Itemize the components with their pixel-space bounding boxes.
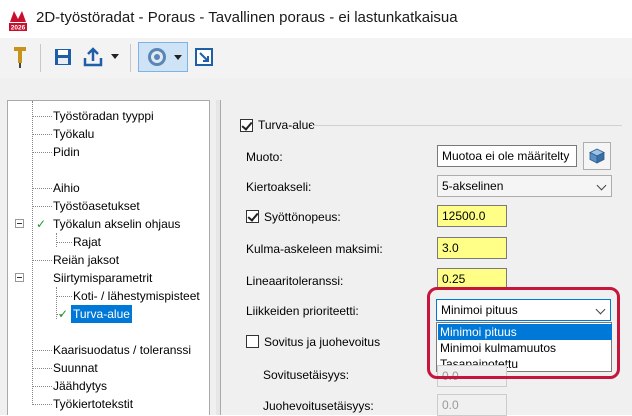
tree-item-label: Työkiertotekstit — [53, 397, 134, 411]
tree-item-hole-cycles[interactable]: Reiän jaksot — [8, 251, 208, 269]
fit-distance-label: Sovitusetäisyys: — [263, 368, 350, 382]
export-icon — [83, 47, 103, 67]
cube-icon — [589, 148, 605, 164]
tree-item-label: Rajat — [73, 235, 102, 249]
tree-item-label: Aihio — [53, 181, 80, 195]
tree-item-label: Kaarisuodatus / toleranssi — [53, 343, 192, 357]
pick-button[interactable] — [192, 42, 216, 72]
tree-item-coolant[interactable]: Jäähdytys — [8, 377, 208, 395]
window-title: 2D-työstöradat - Poraus - Tavallinen por… — [36, 9, 458, 26]
export-dropdown[interactable] — [108, 42, 122, 72]
tree-item-label: Reiän jaksot — [53, 253, 120, 267]
linear-tolerance-label: Lineaaritoleranssi: — [246, 274, 344, 288]
tree-item-cycle-texts[interactable]: Työkiertotekstit — [8, 395, 208, 413]
tree-item-limits[interactable]: Rajat — [8, 233, 208, 251]
smoothing-checkbox[interactable] — [246, 335, 259, 348]
pick-icon — [195, 48, 213, 66]
save-icon — [55, 49, 71, 65]
logo-year: 2026 — [11, 25, 26, 32]
rotation-axis-select[interactable]: 5-akselinen — [437, 175, 612, 197]
rotation-axis-value: 5-akselinen — [442, 179, 504, 193]
smooth-distance-input[interactable]: 0.0 — [437, 394, 507, 416]
tree-item-label: Jäähdytys — [53, 379, 108, 393]
angle-step-label: Kulma-askeleen maksimi: — [246, 242, 383, 256]
tree-item-stock[interactable]: Aihio — [8, 179, 208, 197]
section-title: Turva-alue — [258, 118, 315, 132]
smooth-distance-label: Juohevoitusetäisyys: — [263, 399, 374, 413]
tree-item-label: Koti- / lähestymispisteet — [73, 289, 200, 303]
safe-zone-checkbox[interactable] — [240, 119, 253, 132]
chevron-down-icon — [174, 55, 182, 60]
tree-item-label: Työstöasetukset — [53, 199, 140, 213]
tree-item-tool-path-type[interactable]: Työstöradan tyyppi — [8, 107, 208, 125]
export-button[interactable] — [80, 42, 106, 72]
tree-item-label: Työstöradan tyyppi — [53, 109, 154, 123]
tree-item-tool[interactable]: Työkalu — [8, 125, 208, 143]
pin-button[interactable] — [8, 42, 32, 72]
tree-item-label: Turva-alue — [71, 305, 132, 323]
tree-item-label: Työkalun akselin ohjaus — [53, 217, 181, 231]
checkmark-icon: ✓ — [36, 217, 47, 231]
save-button[interactable] — [50, 42, 76, 72]
shape-label: Muoto: — [246, 150, 283, 164]
rotation-axis-label: Kiertoakseli: — [246, 180, 312, 194]
angle-step-input[interactable]: 3.0 — [437, 237, 507, 259]
app-logo: 2026 — [8, 8, 28, 32]
tree-item-planes[interactable]: Suunnat — [8, 359, 208, 377]
collapse-icon[interactable] — [15, 273, 24, 282]
smoothing-label: Sovitus ja juohevoitus — [264, 335, 381, 349]
title-bar: 2026 2D-työstöradat - Poraus - Tavalline… — [0, 0, 632, 38]
tree-item-arc-filter[interactable]: Kaarisuodatus / toleranssi — [8, 341, 208, 359]
section-divider — [312, 125, 622, 126]
toolbar-separator — [130, 44, 131, 72]
tree-item-label: Suunnat — [53, 361, 98, 375]
tree-item-holder[interactable]: Pidin — [8, 143, 208, 161]
feed-rate-label: Syöttönopeus: — [264, 210, 341, 224]
tool-view-icon — [148, 48, 166, 66]
feed-rate-input[interactable]: 12500.0 — [437, 205, 507, 227]
feed-rate-checkbox[interactable] — [246, 210, 259, 223]
toolbar-separator — [40, 44, 41, 72]
tree-item-linking-parameters[interactable]: Siirtymisparametrit — [8, 269, 208, 287]
motion-priority-label: Liikkeiden prioriteetti: — [246, 304, 359, 318]
tree-item-label: Siirtymisparametrit — [53, 271, 153, 285]
tree-item-label: Työkalu — [53, 127, 95, 141]
highlight-annotation — [427, 287, 620, 379]
checkmark-icon: ✓ — [58, 307, 69, 321]
tree-item-tool-axis-control[interactable]: ✓ Työkalun akselin ohjaus — [8, 215, 208, 233]
collapse-icon[interactable] — [15, 219, 24, 228]
parameter-tree: Työstöradan tyyppi Työkalu Pidin Aihio T… — [7, 100, 210, 415]
chevron-down-icon — [596, 180, 607, 191]
tree-item-safe-zone[interactable]: ✓ Turva-alue — [8, 305, 208, 323]
chevron-down-icon — [111, 54, 119, 59]
shape-field[interactable]: Muotoa ei ole määritelty — [437, 145, 577, 167]
pin-icon — [14, 47, 26, 68]
view-toggle-button[interactable] — [138, 42, 188, 72]
toolbar — [0, 38, 632, 79]
tree-item-home-approach[interactable]: Koti- / lähestymispisteet — [8, 287, 208, 305]
tree-item-label: Pidin — [53, 145, 80, 159]
tree-item-machining-settings[interactable]: Työstöasetukset — [8, 197, 208, 215]
shape-select-button[interactable] — [583, 142, 611, 170]
